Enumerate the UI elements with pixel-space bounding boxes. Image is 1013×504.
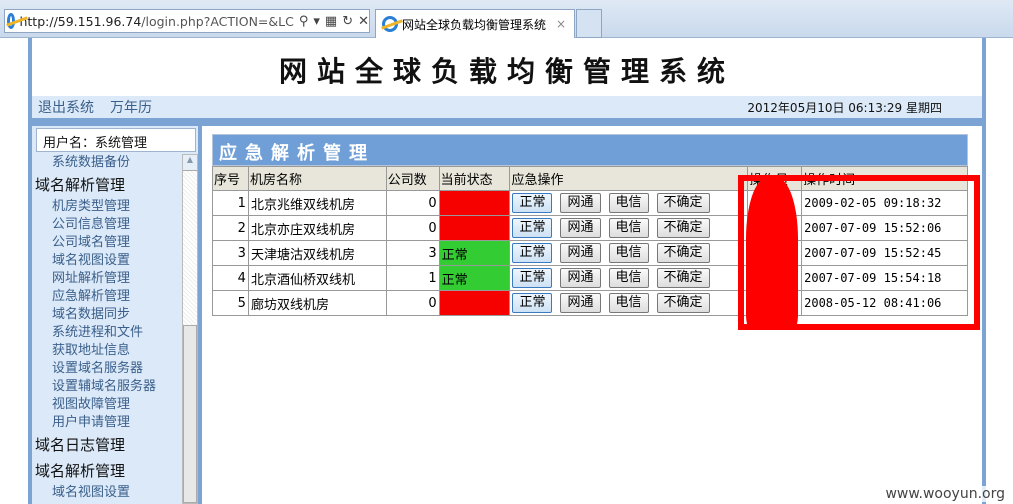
page-title: 网站全球负载均衡管理系统 (278, 55, 735, 88)
status-cell: 正常 (438, 240, 511, 266)
sidebar-item[interactable]: 视图故障管理 (32, 396, 182, 414)
divider (32, 118, 982, 126)
column-header: 序号 (212, 166, 249, 191)
row-number: 2 (212, 215, 249, 241)
scroll-thumb[interactable] (183, 325, 197, 503)
sidebar-item[interactable]: 用户申请管理 (32, 414, 182, 432)
action-button-1[interactable]: 网通 (560, 193, 601, 213)
action-button-3[interactable]: 不确定 (656, 293, 710, 313)
room-name: 廊坊双线机房 (247, 290, 387, 316)
browser-tab[interactable]: 网站全球负载均衡管理系统 × (375, 9, 575, 38)
company-count: 0 (385, 290, 440, 316)
sidebar-item[interactable]: 系统进程和文件 (32, 324, 182, 342)
action-button-2[interactable]: 电信 (608, 268, 649, 288)
compat-icon[interactable]: ▦ (325, 14, 337, 29)
action-button-3[interactable]: 不确定 (656, 268, 710, 288)
action-button-1[interactable]: 网通 (560, 293, 601, 313)
nav-logout[interactable]: 退出系统 (38, 97, 94, 117)
sidebar-group[interactable]: 域名解析管理 (32, 458, 182, 484)
room-name: 北京亦庄双线机房 (247, 215, 387, 241)
action-button-1[interactable]: 网通 (560, 218, 601, 238)
action-button-2[interactable]: 电信 (608, 293, 649, 313)
action-cell: 正常 网通 电信 不确定 (509, 190, 749, 216)
ie-icon (382, 16, 398, 32)
sidebar-item[interactable]: 设置辅域名服务器 (32, 378, 182, 396)
row-number: 4 (212, 265, 249, 291)
status-cell: 正常 (438, 265, 511, 291)
action-button-3[interactable]: 不确定 (656, 243, 710, 263)
refresh-icon[interactable]: ↻ (342, 14, 353, 29)
sidebar-group[interactable]: 域名解析管理 (32, 172, 182, 198)
action-cell: 正常 网通 电信 不确定 (509, 240, 749, 266)
browser-chrome: http://59.151.96.74/login.php?ACTION=&LC… (0, 0, 1013, 38)
ie-icon (7, 13, 16, 29)
status-cell (438, 290, 511, 316)
top-nav: 退出系统 万年历 2012年05月10日 06:13:29 星期四 (32, 96, 982, 118)
sidebar-item[interactable]: 系统数据备份 (32, 154, 182, 172)
sidebar: 用户名：系统管理 系统数据备份 域名解析管理 机房类型管理 公司信息管理 公司域名管理域… (32, 126, 202, 504)
highlight-box (738, 175, 980, 330)
action-button-3[interactable]: 不确定 (656, 193, 710, 213)
sidebar-item[interactable]: 公司信息管理 (32, 216, 182, 234)
search-icon[interactable]: ⚲ (299, 14, 309, 29)
row-number: 1 (212, 190, 249, 216)
row-number: 3 (212, 240, 249, 266)
sidebar-item[interactable]: 设置域名服务器 (32, 360, 182, 378)
close-tab-icon[interactable]: × (556, 17, 566, 31)
address-bar[interactable]: http://59.151.96.74/login.php?ACTION=&LC… (4, 9, 370, 33)
action-button-3[interactable]: 不确定 (656, 218, 710, 238)
company-count: 0 (385, 190, 440, 216)
action-button-2[interactable]: 电信 (608, 193, 649, 213)
new-tab-button[interactable] (576, 9, 602, 38)
sidebar-item[interactable]: 获取地址信息 (32, 342, 182, 360)
action-button-2[interactable]: 电信 (608, 218, 649, 238)
column-header: 公司数 (385, 166, 440, 191)
sidebar-item[interactable]: 应急解析管理 (32, 288, 182, 306)
company-count: 0 (385, 215, 440, 241)
action-button-0[interactable]: 正常 (512, 268, 553, 288)
sidebar-item[interactable]: 机房类型管理 (32, 198, 182, 216)
action-button-1[interactable]: 网通 (560, 268, 601, 288)
sidebar-item[interactable]: 公司域名管理 (32, 234, 182, 252)
nav-calendar[interactable]: 万年历 (110, 97, 152, 117)
action-button-2[interactable]: 电信 (608, 243, 649, 263)
company-count: 1 (385, 265, 440, 291)
scroll-up-icon[interactable]: ▲ (183, 155, 197, 171)
action-button-0[interactable]: 正常 (512, 218, 553, 238)
action-button-0[interactable]: 正常 (512, 293, 553, 313)
action-button-0[interactable]: 正常 (512, 243, 553, 263)
sidebar-item[interactable]: 域名数据同步 (32, 306, 182, 324)
column-header: 应急操作 (509, 166, 749, 191)
company-count: 3 (385, 240, 440, 266)
sidebar-group[interactable]: 域名日志管理 (32, 432, 182, 458)
watermark: www.wooyun.org (881, 486, 1009, 502)
stop-icon[interactable]: ✕ (358, 14, 369, 29)
action-cell: 正常 网通 电信 不确定 (509, 265, 749, 291)
action-cell: 正常 网通 电信 不确定 (509, 215, 749, 241)
sidebar-item[interactable]: 网址解析管理 (32, 270, 182, 288)
dropdown-icon[interactable]: ▾ (313, 14, 320, 29)
sidebar-item[interactable]: 域名视图设置 (32, 252, 182, 270)
scrollbar[interactable]: ▲ (182, 154, 198, 504)
room-name: 北京兆维双线机房 (247, 190, 387, 216)
sidebar-item[interactable]: 域名视图设置 (32, 484, 182, 502)
clock: 2012年05月10日 06:13:29 星期四 (747, 100, 942, 115)
room-name: 天津塘沽双线机房 (247, 240, 387, 266)
row-number: 5 (212, 290, 249, 316)
action-button-1[interactable]: 网通 (560, 243, 601, 263)
column-header: 机房名称 (247, 166, 387, 191)
status-cell (438, 215, 511, 241)
section-heading: 应急解析管理 (212, 134, 968, 166)
room-name: 北京酒仙桥双线机 (247, 265, 387, 291)
action-button-0[interactable]: 正常 (512, 193, 553, 213)
column-header: 当前状态 (438, 166, 511, 191)
user-label: 用户名：系统管理 (36, 128, 196, 152)
sidebar-menu: 系统数据备份 域名解析管理 机房类型管理 公司信息管理 公司域名管理 域名视图设置 网址解析… (32, 154, 182, 502)
action-cell: 正常 网通 电信 不确定 (509, 290, 749, 316)
status-cell (438, 190, 511, 216)
